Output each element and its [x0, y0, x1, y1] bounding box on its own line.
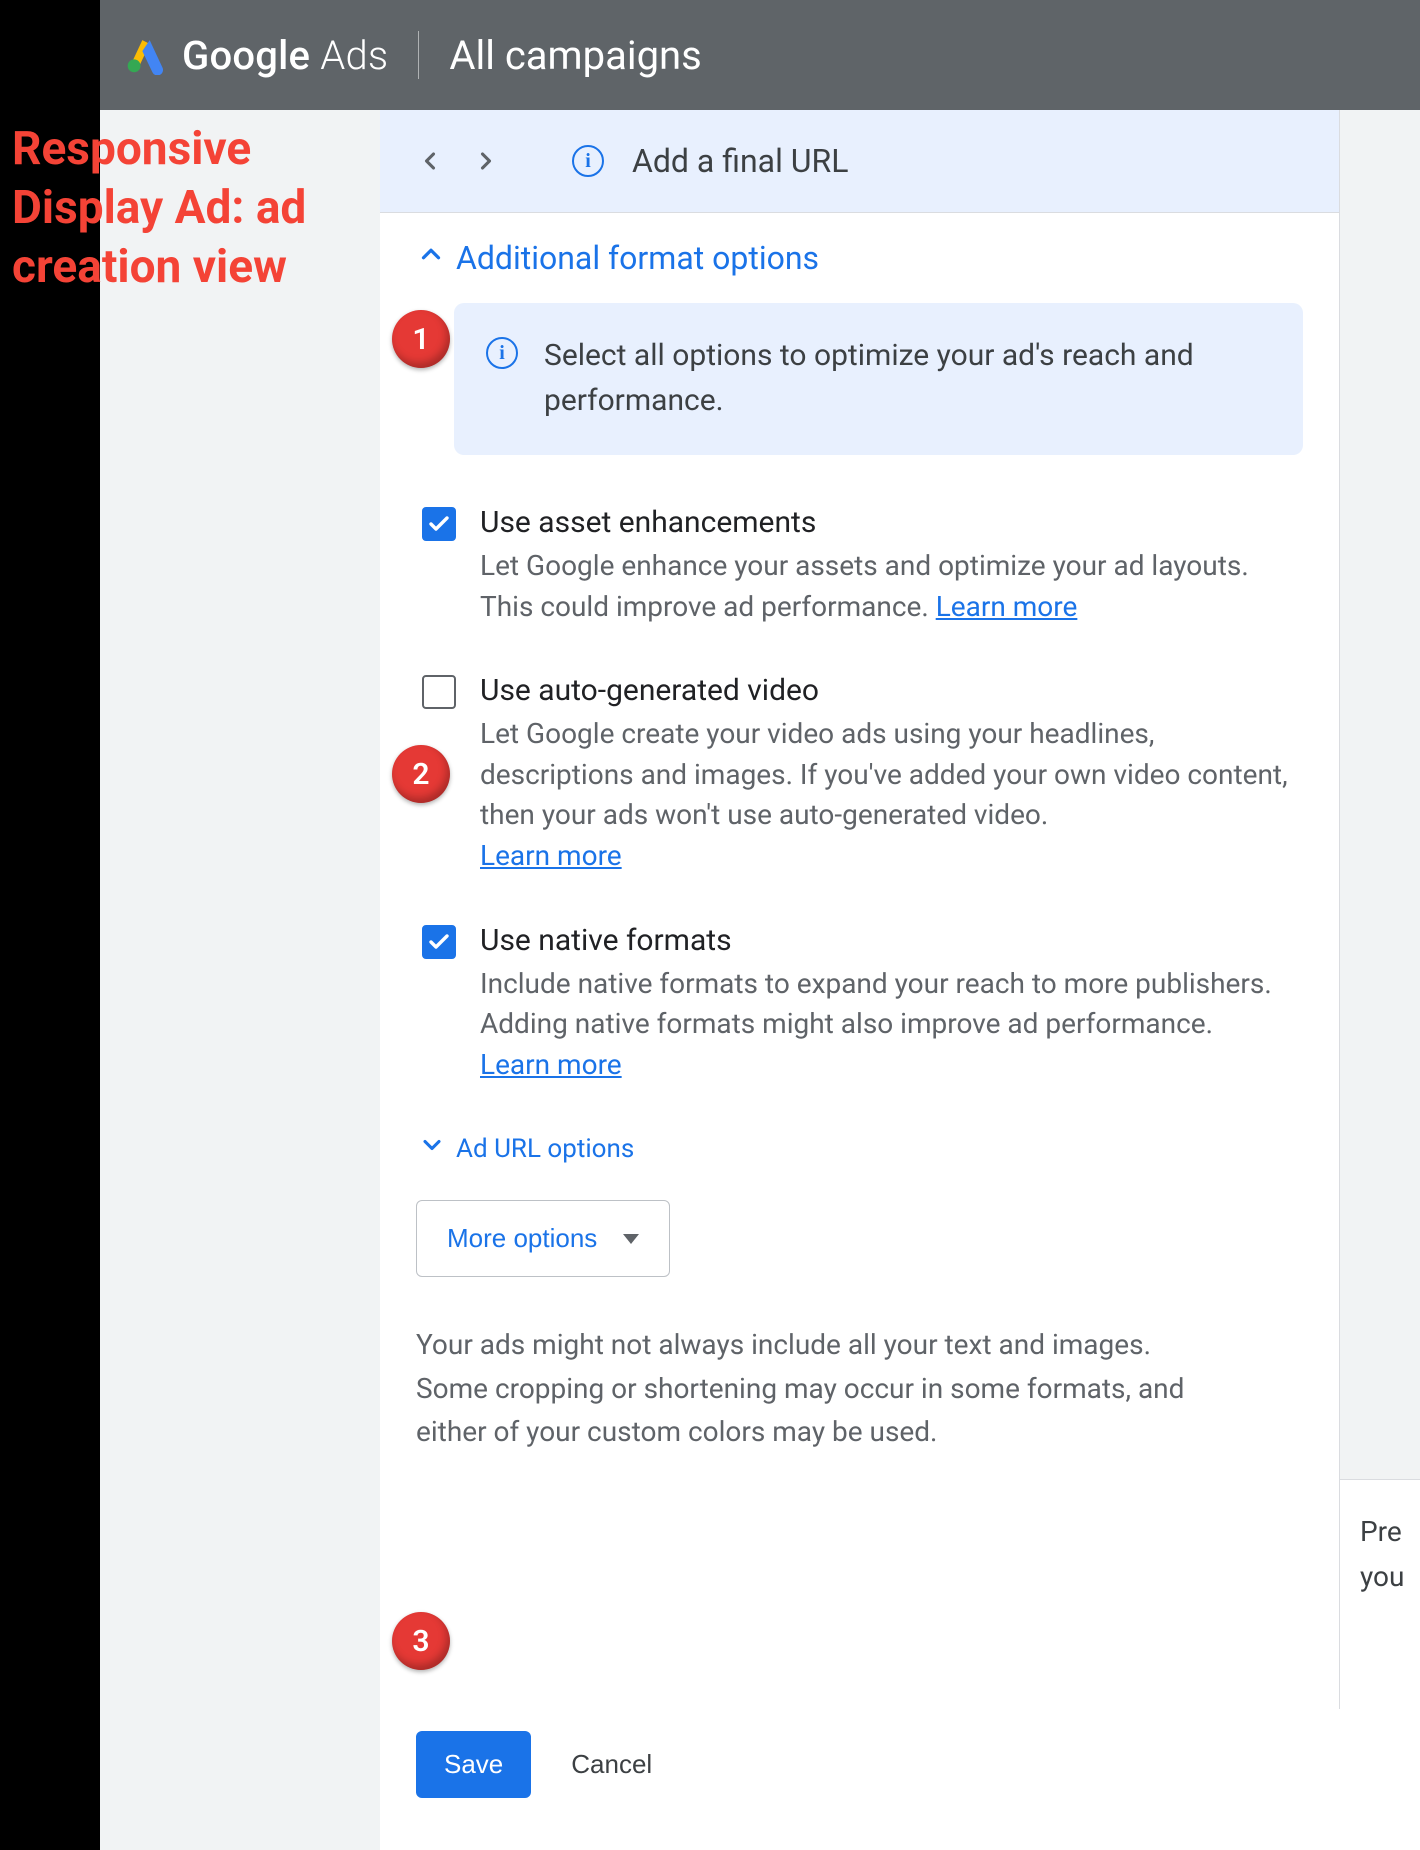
learn-more-link[interactable]: Learn more: [480, 1048, 622, 1081]
learn-more-link[interactable]: Learn more: [480, 839, 622, 872]
check-icon: [427, 512, 451, 536]
section-title: Additional format options: [456, 239, 819, 277]
info-icon: i: [486, 337, 518, 369]
annotation-badge-2: 2: [392, 745, 450, 803]
save-button[interactable]: Save: [416, 1731, 531, 1798]
prev-message-button[interactable]: [416, 147, 444, 175]
more-options-button[interactable]: More options: [416, 1200, 670, 1277]
additional-format-options-toggle[interactable]: Additional format options: [416, 239, 1303, 277]
option-auto-generated-video: Use auto-generated video Let Google crea…: [422, 673, 1303, 876]
option-description: Let Google enhance your assets and optim…: [480, 546, 1303, 627]
annotation-badge-1: 1: [392, 310, 450, 368]
app-header: Google Ads All campaigns: [100, 0, 1420, 110]
learn-more-link[interactable]: Learn more: [936, 590, 1078, 623]
infobar-message: Add a final URL: [632, 142, 848, 180]
google-ads-logo: Google Ads: [124, 31, 388, 79]
checkbox-native-formats[interactable]: [422, 925, 456, 959]
option-native-formats: Use native formats Include native format…: [422, 923, 1303, 1086]
info-icon: i: [572, 145, 604, 177]
cancel-button[interactable]: Cancel: [571, 1749, 652, 1780]
option-title: Use auto-generated video: [480, 673, 1303, 708]
checkbox-auto-generated-video[interactable]: [422, 675, 456, 709]
check-icon: [427, 930, 451, 954]
annotation-badge-3: 3: [392, 1612, 450, 1670]
sliver-line: Pre: [1360, 1510, 1420, 1555]
final-url-infobar: i Add a final URL: [380, 110, 1339, 213]
notice-text: Select all options to optimize your ad's…: [544, 333, 1271, 423]
header-scope[interactable]: All campaigns: [449, 32, 701, 79]
option-title: Use asset enhancements: [480, 505, 1303, 540]
google-ads-logo-text: Google Ads: [182, 32, 388, 79]
left-sidebar: [100, 110, 380, 1850]
option-asset-enhancements: Use asset enhancements Let Google enhanc…: [422, 505, 1303, 627]
ad-url-options-toggle[interactable]: Ad URL options: [418, 1131, 1303, 1166]
header-divider: [418, 31, 419, 79]
dropdown-caret-icon: [623, 1234, 639, 1244]
google-ads-logo-icon: [124, 31, 168, 79]
optimize-notice: i Select all options to optimize your ad…: [454, 303, 1303, 455]
sub-toggle-label: Ad URL options: [456, 1134, 634, 1164]
more-options-label: More options: [447, 1223, 597, 1254]
sliver-line: you: [1360, 1555, 1420, 1600]
disclaimer-text: Your ads might not always include all yo…: [416, 1323, 1196, 1453]
option-title: Use native formats: [480, 923, 1303, 958]
annotation-title: Responsive Display Ad: ad creation view: [12, 120, 392, 297]
checkbox-asset-enhancements[interactable]: [422, 507, 456, 541]
action-bar: Save Cancel: [380, 1709, 1420, 1850]
chevron-down-icon: [418, 1131, 446, 1166]
ad-creation-panel: i Add a final URL Additional format opti…: [380, 110, 1340, 1709]
next-message-button[interactable]: [472, 147, 500, 175]
chevron-up-icon: [416, 239, 446, 277]
option-description: Include native formats to expand your re…: [480, 964, 1303, 1086]
right-preview-sliver: Pre you: [1340, 110, 1420, 1709]
option-description: Let Google create your video ads using y…: [480, 714, 1303, 876]
